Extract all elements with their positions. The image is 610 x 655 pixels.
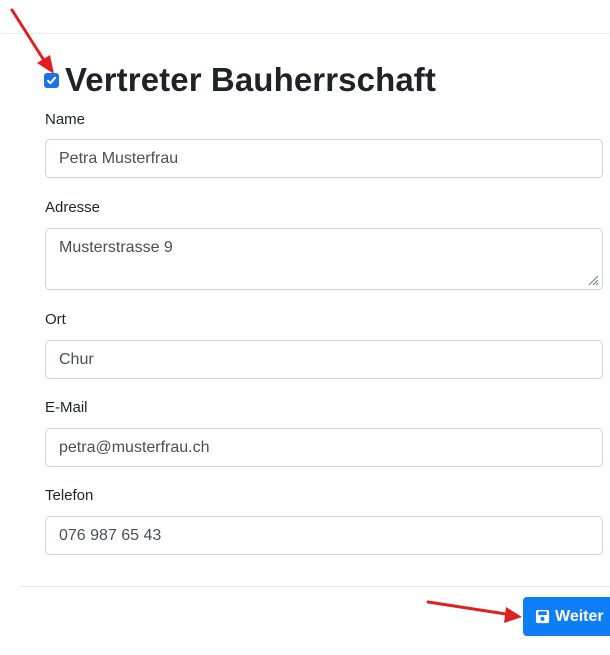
section-heading: Vertreter Bauherrschaft	[44, 60, 436, 100]
email-input[interactable]: petra@musterfrau.ch	[45, 428, 603, 467]
city-input[interactable]: Chur	[45, 340, 603, 379]
city-label: Ort	[45, 311, 66, 328]
representative-checkbox[interactable]	[44, 72, 59, 88]
next-button-label: Weiter	[555, 607, 604, 625]
name-label: Name	[45, 111, 86, 128]
address-value: Musterstrasse 9	[59, 239, 173, 256]
email-label: E-Mail	[45, 399, 88, 416]
footer-divider	[20, 586, 610, 587]
phone-input[interactable]: 076 987 65 43	[45, 516, 603, 555]
phone-label: Telefon	[45, 487, 94, 504]
address-label: Adresse	[45, 199, 101, 216]
name-input[interactable]: Petra Musterfrau	[45, 139, 603, 178]
annotation-arrow-button	[426, 600, 522, 623]
next-button[interactable]: Weiter	[523, 597, 610, 636]
checkmark-icon	[47, 76, 56, 84]
resize-grip-icon[interactable]	[587, 274, 599, 286]
save-icon	[535, 609, 550, 624]
address-textarea[interactable]: Musterstrasse 9	[45, 228, 603, 290]
section-title: Vertreter Bauherrschaft	[65, 61, 436, 98]
top-divider	[0, 33, 610, 34]
